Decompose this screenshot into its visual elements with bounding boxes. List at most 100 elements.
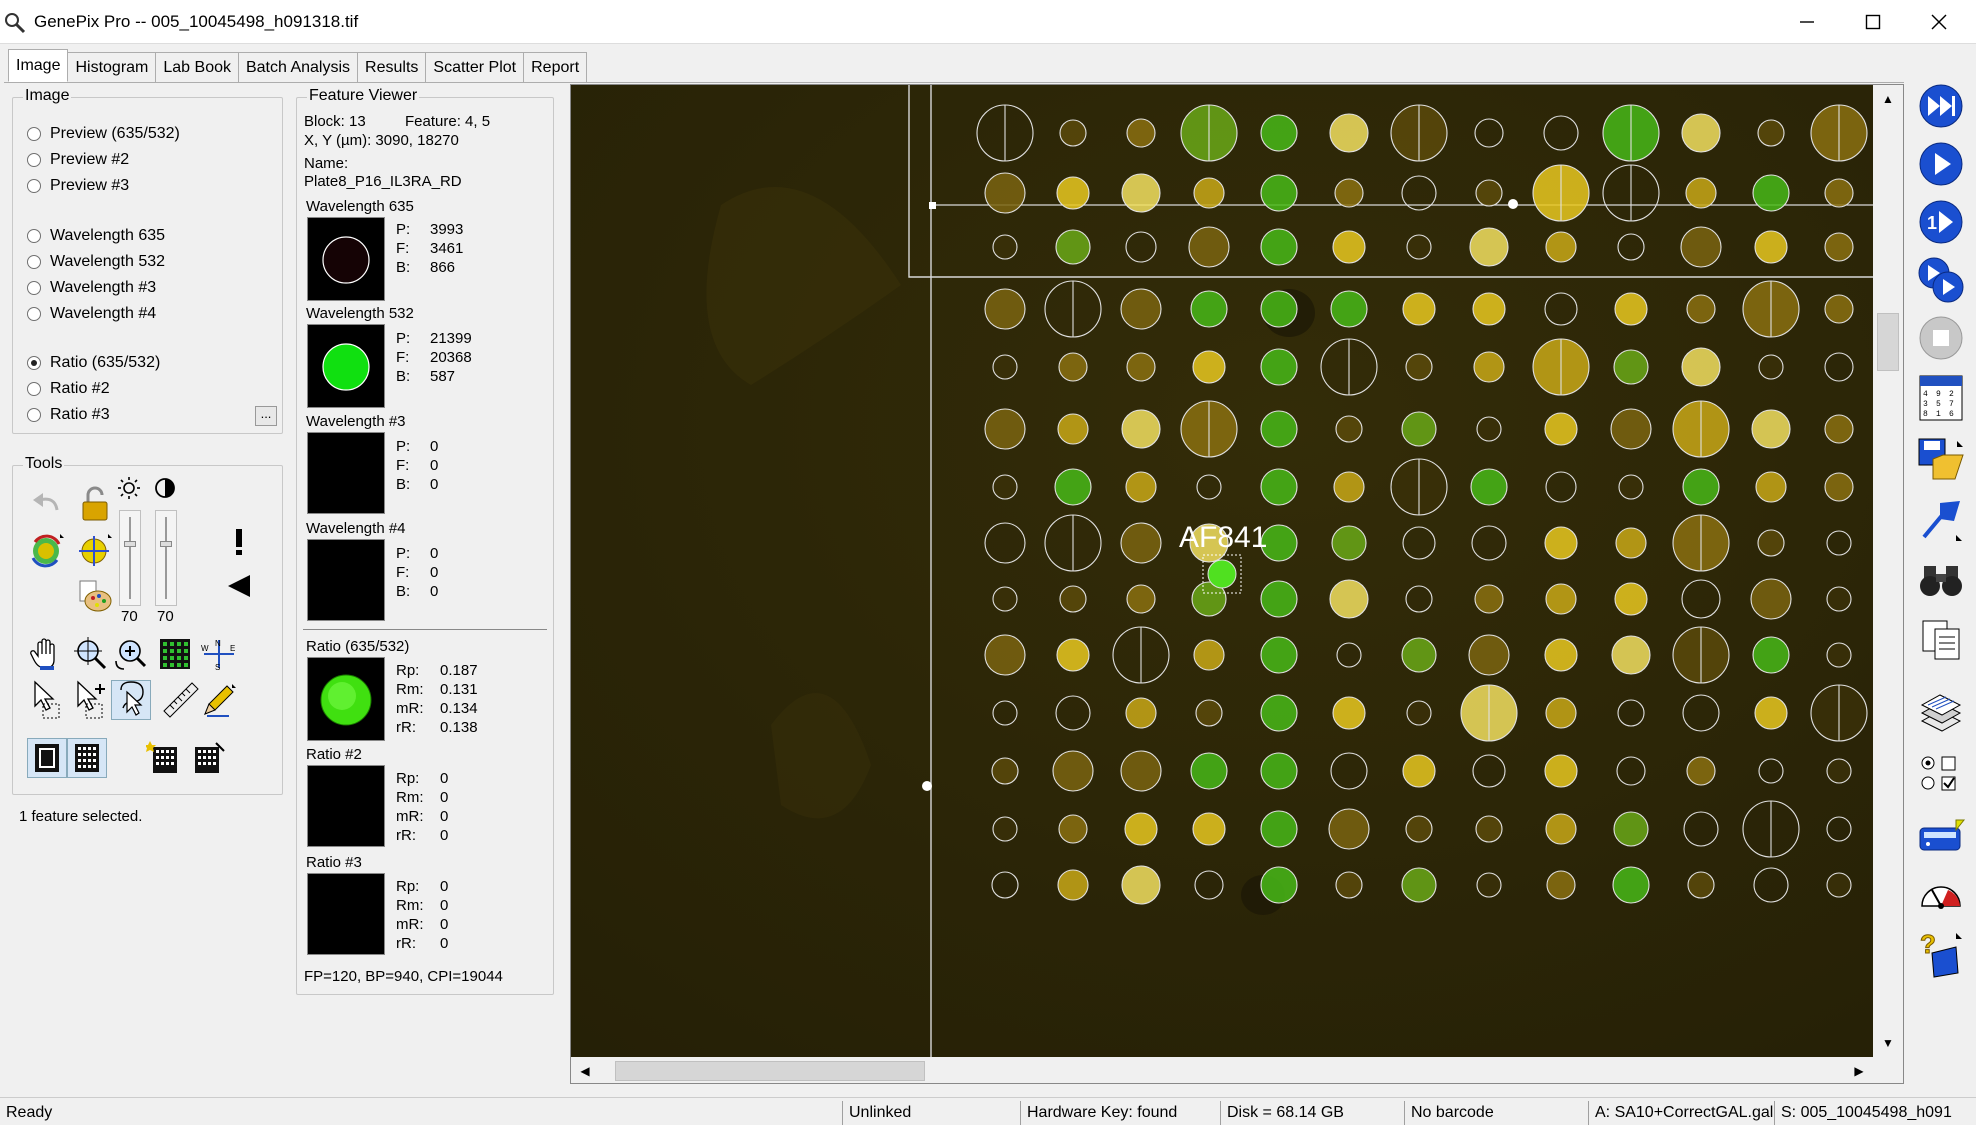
spot-feature[interactable]: [1057, 413, 1089, 445]
spot-feature[interactable]: [1824, 178, 1854, 208]
orientation-button[interactable]: N S W E: [199, 634, 239, 674]
spot-feature[interactable]: [1612, 866, 1650, 904]
spot-feature[interactable]: [1332, 230, 1366, 264]
new-array-button[interactable]: [143, 738, 183, 778]
spot-feature[interactable]: [992, 234, 1018, 260]
spot-feature[interactable]: [1545, 231, 1577, 263]
spot-feature[interactable]: [1545, 697, 1577, 729]
radio-preview-635-532[interactable]: Preview (635/532): [27, 125, 180, 143]
edit-array-button[interactable]: [189, 738, 229, 778]
tab-results[interactable]: Results: [357, 52, 427, 82]
spot-feature[interactable]: [1333, 471, 1365, 503]
spot-feature[interactable]: [1754, 696, 1788, 730]
scan-fast-button[interactable]: [1914, 80, 1968, 132]
spot-feature[interactable]: [984, 408, 1026, 450]
spot-feature[interactable]: [1750, 578, 1792, 620]
spot-feature[interactable]: [1329, 579, 1369, 619]
spot-feature[interactable]: [1472, 292, 1506, 326]
spot-feature[interactable]: [1826, 586, 1852, 612]
spot-feature[interactable]: [1125, 471, 1157, 503]
spot-feature[interactable]: [1686, 756, 1716, 786]
spot-feature[interactable]: [1544, 754, 1578, 788]
spot-feature[interactable]: [1826, 642, 1852, 668]
spot-feature[interactable]: [1405, 353, 1433, 381]
spot-feature[interactable]: [1824, 232, 1854, 262]
save-open-button[interactable]: [1914, 434, 1968, 486]
spot-feature[interactable]: [1126, 352, 1156, 382]
spot-feature[interactable]: [1824, 294, 1854, 324]
layers-button[interactable]: [1914, 688, 1968, 740]
scroll-down-arrow[interactable]: ▼: [1873, 1029, 1903, 1057]
spot-feature[interactable]: [1058, 814, 1088, 844]
contrast-slider[interactable]: [155, 510, 177, 606]
spot-feature[interactable]: [1260, 694, 1298, 732]
spot-feature[interactable]: [1544, 412, 1578, 446]
radio-wavelength-532[interactable]: Wavelength 532: [27, 253, 165, 271]
spot-feature[interactable]: [992, 474, 1018, 500]
spot-feature[interactable]: [1406, 700, 1432, 726]
spot-feature[interactable]: [1681, 113, 1721, 153]
spot-feature[interactable]: [1057, 869, 1089, 901]
spot-feature[interactable]: [1328, 808, 1370, 850]
spot-feature[interactable]: [1476, 416, 1502, 442]
spot-feature[interactable]: [1059, 119, 1087, 147]
spot-feature[interactable]: [1824, 414, 1854, 444]
spot-feature[interactable]: [1188, 226, 1230, 268]
minimize-button[interactable]: [1774, 0, 1840, 44]
tab-histogram[interactable]: Histogram: [67, 52, 157, 82]
maximize-button[interactable]: [1840, 0, 1906, 44]
spot-feature[interactable]: [1824, 472, 1854, 502]
spot-feature[interactable]: [992, 354, 1018, 380]
spot-feature[interactable]: [1545, 583, 1577, 615]
spot-feature[interactable]: [1401, 637, 1437, 673]
spot-feature[interactable]: [1260, 866, 1298, 904]
spot-feature[interactable]: [1335, 871, 1363, 899]
scan-button[interactable]: [1914, 138, 1968, 190]
spot-feature[interactable]: [1613, 349, 1649, 385]
radio-wavelength-635[interactable]: Wavelength 635: [27, 227, 165, 245]
selected-spot[interactable]: [1207, 559, 1237, 589]
stop-button[interactable]: [1914, 312, 1968, 364]
spot-feature[interactable]: [1334, 178, 1364, 208]
spot-feature[interactable]: [1755, 471, 1787, 503]
spot-feature[interactable]: [1121, 865, 1161, 905]
spot-feature[interactable]: [992, 816, 1018, 842]
lasso-button[interactable]: [111, 680, 151, 720]
spot-feature[interactable]: [1126, 584, 1156, 614]
slider-thumb[interactable]: [124, 541, 136, 547]
rotate-handle[interactable]: [1508, 199, 1518, 209]
pan-button[interactable]: [27, 634, 67, 674]
spot-feature[interactable]: [984, 288, 1026, 330]
spot-feature[interactable]: [1190, 290, 1228, 328]
vertical-scrollbar[interactable]: ▲ ▼: [1873, 85, 1903, 1057]
radio-preview-3[interactable]: Preview #3: [27, 177, 129, 195]
lock-button[interactable]: [75, 484, 115, 524]
tab-scatter-plot[interactable]: Scatter Plot: [425, 52, 525, 82]
spot-feature[interactable]: [1192, 812, 1226, 846]
spot-feature[interactable]: [1610, 408, 1652, 450]
spot-feature[interactable]: [1195, 699, 1223, 727]
spot-feature[interactable]: [1190, 752, 1228, 790]
more-options-button[interactable]: ...: [255, 406, 277, 426]
single-block-button[interactable]: [27, 738, 67, 778]
spot-feature[interactable]: [1121, 409, 1161, 449]
batch-scan-button[interactable]: [1914, 254, 1968, 306]
spot-feature[interactable]: [1752, 174, 1790, 212]
scroll-left-arrow[interactable]: ◀: [571, 1057, 599, 1083]
spot-feature[interactable]: [1681, 347, 1721, 387]
spot-feature[interactable]: [1120, 288, 1162, 330]
spot-feature[interactable]: [1260, 410, 1298, 448]
spot-feature[interactable]: [1757, 119, 1785, 147]
spot-feature[interactable]: [1260, 636, 1298, 674]
spot-feature[interactable]: [1406, 234, 1432, 260]
spot-feature[interactable]: [1475, 179, 1503, 207]
spot-feature[interactable]: [1682, 468, 1720, 506]
spot-feature[interactable]: [1330, 290, 1368, 328]
spot-feature[interactable]: [1126, 118, 1156, 148]
spot-feature[interactable]: [1757, 529, 1785, 557]
tab-image[interactable]: Image: [8, 49, 69, 82]
radio-wavelength-3[interactable]: Wavelength #3: [27, 279, 156, 297]
scan-single-button[interactable]: 1: [1914, 196, 1968, 248]
options-button[interactable]: [1914, 748, 1968, 800]
spot-feature[interactable]: [1120, 750, 1162, 792]
